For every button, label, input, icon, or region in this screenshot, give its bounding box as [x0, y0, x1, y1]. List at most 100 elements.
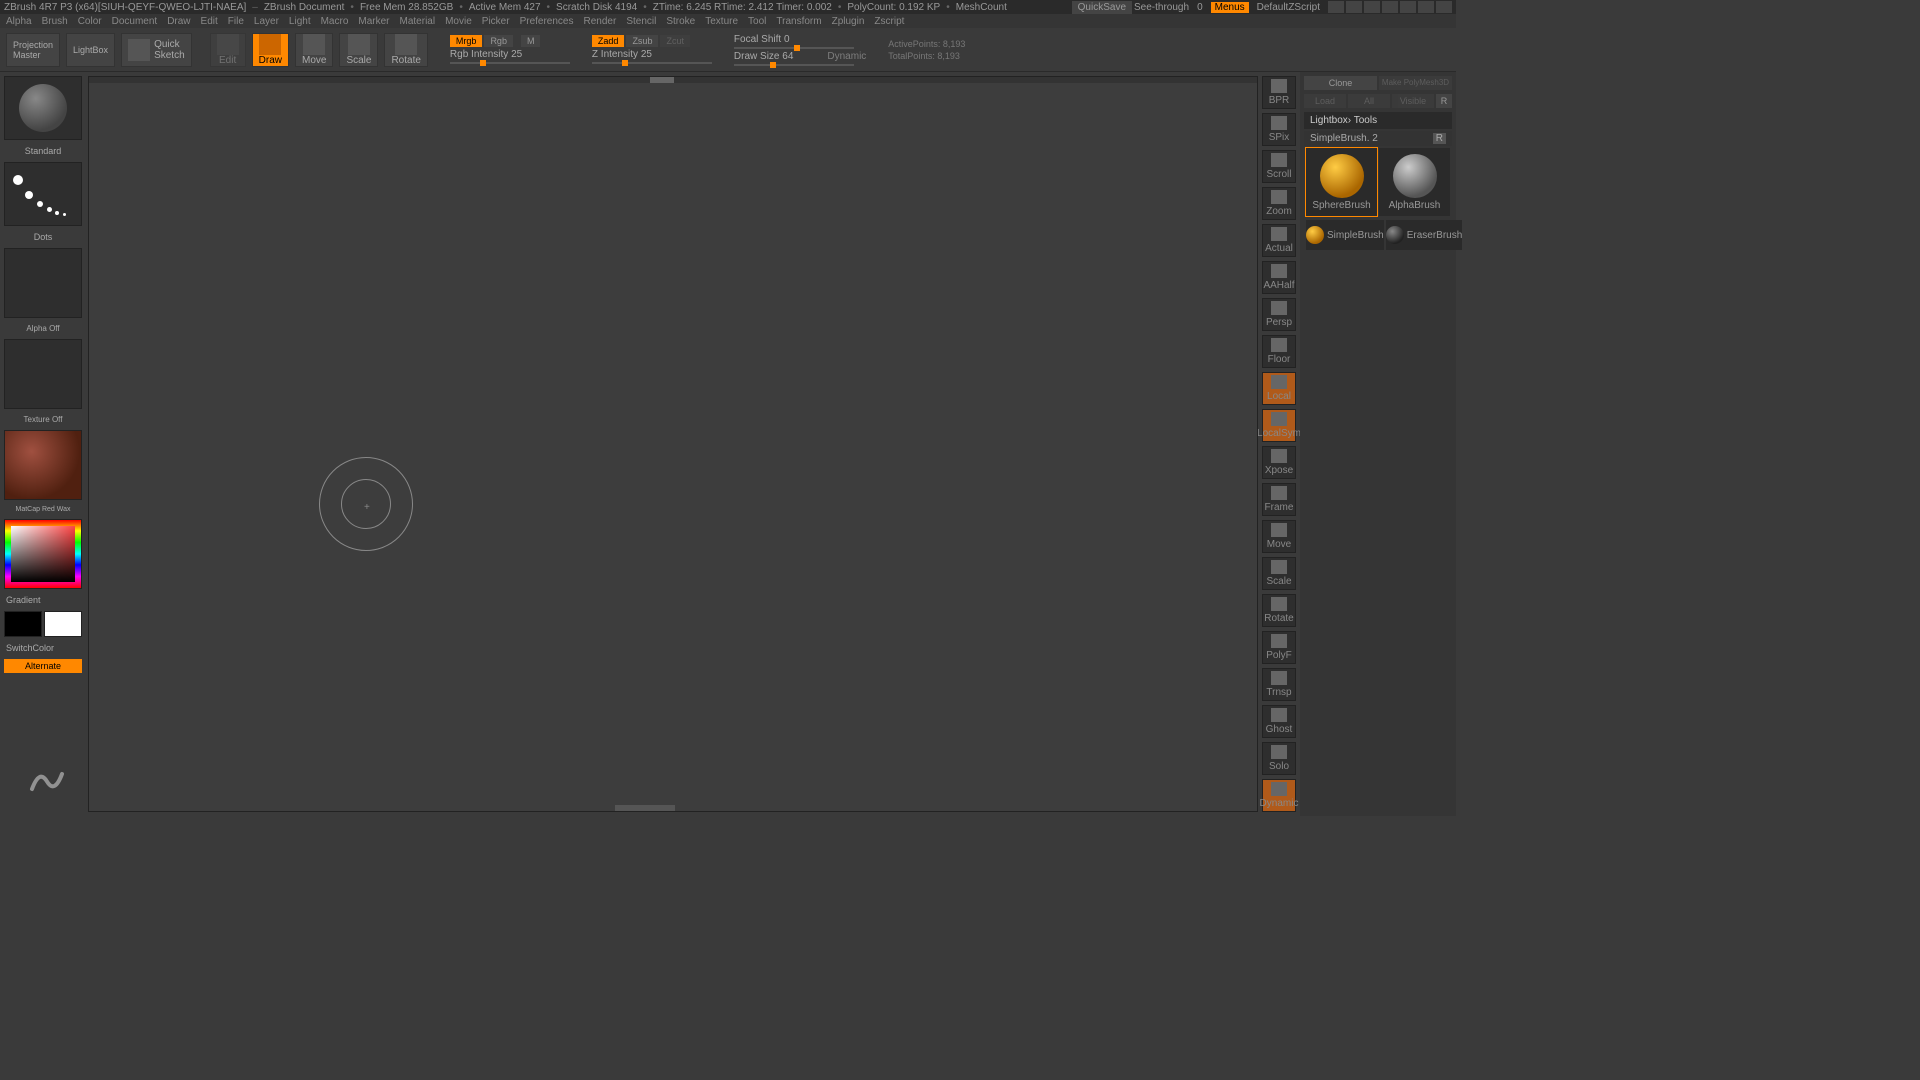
nav-aahalf-button[interactable]: AAHalf [1262, 261, 1296, 294]
rotate-button[interactable]: Rotate [384, 33, 427, 67]
texture-preview[interactable] [4, 339, 82, 409]
rgb-button[interactable]: Rgb [484, 35, 513, 47]
canvas-tray-handle[interactable] [615, 805, 675, 811]
menu-texture[interactable]: Texture [705, 16, 738, 27]
tool-item[interactable]: SphereBrush [1306, 148, 1377, 216]
window-icon[interactable] [1328, 1, 1344, 13]
close-icon[interactable] [1436, 1, 1452, 13]
rgb-intensity-label[interactable]: Rgb Intensity 25 [450, 49, 522, 60]
color-picker[interactable] [4, 519, 82, 589]
nav-localsym-button[interactable]: LocalSym [1262, 409, 1296, 442]
nav-dynamic-button[interactable]: Dynamic [1262, 779, 1296, 812]
menu-brush[interactable]: Brush [42, 16, 68, 27]
nav-solo-button[interactable]: Solo [1262, 742, 1296, 775]
nav-floor-button[interactable]: Floor [1262, 335, 1296, 368]
secondary-color-swatch[interactable] [4, 611, 42, 637]
menu-tool[interactable]: Tool [748, 16, 766, 27]
lightbox-tools-header[interactable]: Lightbox› Tools [1304, 112, 1452, 129]
menu-movie[interactable]: Movie [445, 16, 472, 27]
zcut-button[interactable]: Zcut [660, 35, 690, 47]
nav-trnsp-button[interactable]: Trnsp [1262, 668, 1296, 701]
visible-button[interactable]: Visible [1392, 94, 1434, 108]
menu-preferences[interactable]: Preferences [520, 16, 574, 27]
material-preview[interactable] [4, 430, 82, 500]
move-button[interactable]: Move [295, 33, 333, 67]
menu-macro[interactable]: Macro [321, 16, 349, 27]
focal-shift-label[interactable]: Focal Shift 0 [734, 34, 790, 45]
tool-item[interactable]: SimpleBrush [1306, 220, 1384, 250]
nav-scroll-button[interactable]: Scroll [1262, 150, 1296, 183]
simplebrush-header[interactable]: SimpleBrush. 2R [1304, 131, 1452, 146]
rgb-intensity-slider[interactable] [450, 62, 570, 64]
seethrough-value[interactable]: 0 [1197, 2, 1203, 13]
nav-actual-button[interactable]: Actual [1262, 224, 1296, 257]
nav-spix-button[interactable]: SPix [1262, 113, 1296, 146]
projection-master-button[interactable]: Projection Master [6, 33, 60, 67]
quick-sketch-button[interactable]: Quick Sketch [121, 33, 192, 67]
tool-item[interactable]: EraserBrush [1386, 220, 1463, 250]
z-intensity-label[interactable]: Z Intensity 25 [592, 49, 652, 60]
brush-preview[interactable] [4, 76, 82, 140]
nav-bpr-button[interactable]: BPR [1262, 76, 1296, 109]
minimize-icon[interactable] [1400, 1, 1416, 13]
menu-color[interactable]: Color [78, 16, 102, 27]
focal-shift-slider[interactable] [734, 47, 854, 49]
menus-button[interactable]: Menus [1211, 2, 1249, 13]
menu-stencil[interactable]: Stencil [626, 16, 656, 27]
gradient-label[interactable]: Gradient [4, 593, 82, 607]
draw-button[interactable]: Draw [252, 33, 289, 67]
draw-size-slider[interactable] [734, 64, 854, 66]
menu-picker[interactable]: Picker [482, 16, 510, 27]
menu-render[interactable]: Render [584, 16, 617, 27]
nav-persp-button[interactable]: Persp [1262, 298, 1296, 331]
all-button[interactable]: All [1348, 94, 1390, 108]
nav-zoom-button[interactable]: Zoom [1262, 187, 1296, 220]
zadd-button[interactable]: Zadd [592, 35, 625, 47]
nav-scale-button[interactable]: Scale [1262, 557, 1296, 590]
nav-xpose-button[interactable]: Xpose [1262, 446, 1296, 479]
menu-alpha[interactable]: Alpha [6, 16, 32, 27]
menu-zplugin[interactable]: Zplugin [832, 16, 865, 27]
nav-frame-button[interactable]: Frame [1262, 483, 1296, 516]
quicksave-button[interactable]: QuickSave [1072, 1, 1132, 14]
edit-button[interactable]: Edit [210, 33, 246, 67]
clone-button[interactable]: Clone [1304, 76, 1377, 90]
maximize-icon[interactable] [1418, 1, 1434, 13]
zsub-button[interactable]: Zsub [626, 35, 658, 47]
make-polymesh-button[interactable]: Make PolyMesh3D [1379, 76, 1452, 90]
dynamic-label[interactable]: Dynamic [827, 51, 866, 62]
stroke-preview[interactable] [4, 162, 82, 226]
menu-zscript[interactable]: Zscript [874, 16, 904, 27]
switchcolor-button[interactable]: SwitchColor [4, 641, 82, 655]
r-toggle[interactable]: R [1433, 133, 1446, 144]
menu-transform[interactable]: Transform [776, 16, 821, 27]
menu-document[interactable]: Document [112, 16, 158, 27]
menu-light[interactable]: Light [289, 16, 311, 27]
m-button[interactable]: M [521, 35, 541, 47]
nav-polyf-button[interactable]: PolyF [1262, 631, 1296, 664]
menu-stroke[interactable]: Stroke [666, 16, 695, 27]
nav-move-button[interactable]: Move [1262, 520, 1296, 553]
z-intensity-slider[interactable] [592, 62, 712, 64]
primary-color-swatch[interactable] [44, 611, 82, 637]
window-icon[interactable] [1346, 1, 1362, 13]
scale-button[interactable]: Scale [339, 33, 378, 67]
lightbox-button[interactable]: LightBox [66, 33, 115, 67]
tool-item[interactable]: AlphaBrush [1379, 148, 1450, 216]
menu-marker[interactable]: Marker [358, 16, 389, 27]
nav-rotate-button[interactable]: Rotate [1262, 594, 1296, 627]
nav-local-button[interactable]: Local [1262, 372, 1296, 405]
draw-size-label[interactable]: Draw Size 64 [734, 51, 793, 62]
window-icon[interactable] [1364, 1, 1380, 13]
alpha-preview[interactable] [4, 248, 82, 318]
mrgb-button[interactable]: Mrgb [450, 35, 483, 47]
menu-edit[interactable]: Edit [201, 16, 218, 27]
window-icon[interactable] [1382, 1, 1398, 13]
nav-ghost-button[interactable]: Ghost [1262, 705, 1296, 738]
script-label[interactable]: DefaultZScript [1257, 2, 1320, 13]
alternate-button[interactable]: Alternate [4, 659, 82, 673]
r-button[interactable]: R [1436, 94, 1452, 108]
menu-material[interactable]: Material [400, 16, 436, 27]
canvas[interactable]: + [88, 76, 1258, 812]
canvas-scroll-top[interactable] [89, 77, 1257, 83]
